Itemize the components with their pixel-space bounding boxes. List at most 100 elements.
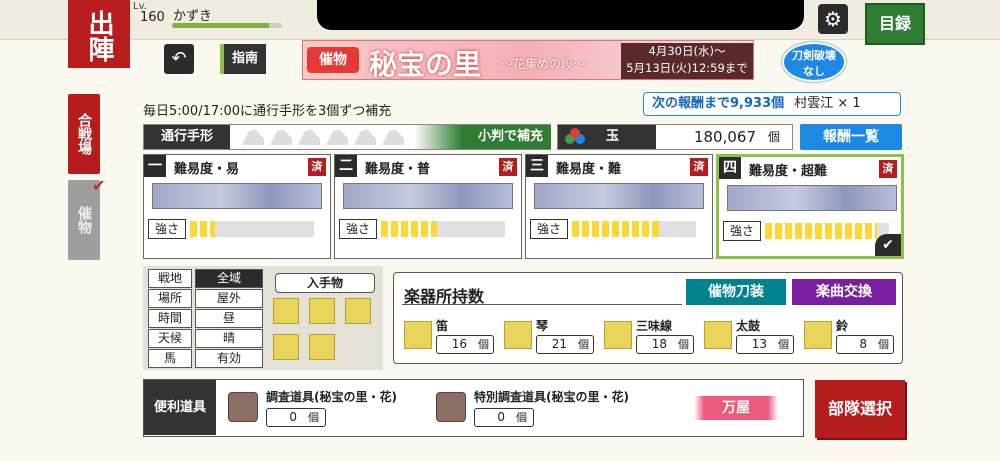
- bell-icon: [804, 321, 832, 349]
- pass-slot-icon: [298, 129, 320, 145]
- tab-battlefield[interactable]: 合戦場: [68, 94, 100, 174]
- gem-unit: 個: [768, 130, 781, 144]
- strength-meter: [765, 223, 889, 239]
- back-button[interactable]: ↶: [164, 44, 194, 74]
- instrument-unit: 個: [778, 338, 789, 351]
- strength-label: 強さ: [148, 219, 186, 239]
- difficulty-number: 三: [526, 155, 548, 177]
- instrument-item: 鈴 8個: [804, 317, 900, 359]
- cleared-badge: 済: [690, 158, 708, 176]
- drum-icon: [704, 321, 732, 349]
- strength-label: 強さ: [530, 219, 568, 239]
- tri-orb-icon: [565, 128, 585, 144]
- strength-label: 強さ: [339, 219, 377, 239]
- map-preview-image: [343, 183, 513, 209]
- tool-name: 特別調査道具(秘宝の里・花): [474, 390, 629, 404]
- event-title: 秘宝の里: [369, 48, 482, 81]
- squad-select-button[interactable]: 部隊選択: [815, 380, 905, 438]
- difficulty-title: 難易度・易: [174, 162, 240, 177]
- flute-icon: [273, 298, 299, 324]
- level-value: 160: [140, 10, 165, 25]
- exp-bar-fill: [172, 23, 269, 28]
- guide-button[interactable]: 指南: [220, 44, 266, 74]
- pass-panel: 通行手形 小判で補充: [143, 124, 551, 150]
- settings-button[interactable]: ⚙: [818, 4, 848, 34]
- event-end-date: 5月13日(火)12:59まで: [626, 61, 748, 75]
- drum-icon: [273, 334, 299, 360]
- instrument-count-box: 8個: [836, 335, 894, 354]
- terrain-value: 有効: [195, 349, 263, 368]
- difficulty-card-hard[interactable]: 三 難易度・難 済 強さ: [525, 154, 713, 259]
- instrument-count: 21: [551, 337, 567, 351]
- refill-notice: 毎日5:00/17:00に通行手形を3個ずつ補充: [143, 104, 392, 119]
- difficulty-card-normal[interactable]: 二 難易度・普 済 強さ: [334, 154, 522, 259]
- badge-line-2: なし: [803, 65, 825, 78]
- exp-bar: [172, 23, 282, 28]
- player-name: かずき: [173, 9, 213, 24]
- map-preview-image: [534, 183, 704, 209]
- sortie-banner: 出陣: [68, 0, 130, 68]
- selected-checkmark-icon: ✔: [875, 234, 901, 256]
- terrain-value: 屋外: [195, 289, 263, 308]
- cleared-badge: 済: [879, 160, 897, 178]
- pass-slot-icon: [382, 129, 404, 145]
- difficulty-number: 一: [144, 155, 166, 177]
- tool-unit: 個: [516, 411, 527, 424]
- terrain-key: 天候: [148, 329, 192, 348]
- strength-meter: [190, 221, 314, 237]
- catalog-button[interactable]: 目録: [865, 3, 925, 45]
- instrument-name: 琴: [536, 319, 549, 333]
- difficulty-title: 難易度・普: [365, 162, 431, 177]
- survey-kit-icon: [228, 392, 258, 422]
- instrument-count: 18: [651, 337, 667, 351]
- event-start-date: 4月30日(水)〜: [648, 44, 726, 58]
- instrument-count-box: 13 個: [736, 335, 794, 354]
- instrument-count-box: 16 個: [436, 335, 494, 354]
- koto-icon: [504, 321, 532, 349]
- cleared-badge: 済: [308, 158, 326, 176]
- instrument-unit: 個: [678, 338, 689, 351]
- pass-slot-icon: [242, 129, 264, 145]
- event-banner[interactable]: 催物 秘宝の里 〜花集めの段〜 4月30日(水)〜 5月13日(火)12:59ま…: [302, 40, 754, 81]
- tool-count: 0: [497, 410, 505, 424]
- instrument-unit: 個: [878, 338, 889, 351]
- instrument-panel: 楽器所持数 催物刀装 楽曲交換 笛 16 個 琴 21 個 三味線 18 個 太鼓 1…: [393, 272, 903, 364]
- redacted-area: [317, 0, 804, 30]
- gem-panel: 玉 180,067 個: [557, 124, 793, 150]
- song-exchange-button[interactable]: 楽曲交換: [792, 279, 896, 305]
- badge-line-1: 刀剣破壊: [792, 49, 836, 62]
- strength-meter-fill: [765, 223, 877, 239]
- terrain-value: 昼: [195, 309, 263, 328]
- pass-slot-icon: [326, 129, 348, 145]
- reward-list-button[interactable]: 報酬一覧: [800, 124, 902, 150]
- bell-icon: [309, 334, 335, 360]
- flute-icon: [404, 321, 432, 349]
- pass-label: 通行手形: [144, 125, 230, 149]
- strength-meter-fill: [572, 221, 659, 237]
- instrument-count: 16: [451, 337, 467, 351]
- special-survey-kit-icon: [436, 392, 466, 422]
- gear-icon: ⚙: [824, 7, 842, 31]
- refill-with-oban-button[interactable]: 小判で補充: [414, 125, 551, 149]
- tool-count-box: 0個: [474, 408, 534, 427]
- divider: [402, 304, 682, 305]
- shop-button[interactable]: 万屋: [694, 396, 778, 420]
- difficulty-card-very-hard[interactable]: 四 難易度・超難 済 強さ ✔: [716, 154, 904, 259]
- strength-label: 強さ: [723, 221, 761, 241]
- instrument-item: 笛 16 個: [404, 317, 500, 359]
- terrain-panel: 戦地 場所 時間 天候 馬 全域 屋外 昼 晴 有効 入手物: [143, 266, 383, 370]
- event-tosou-button[interactable]: 催物刀装: [686, 279, 786, 305]
- tool-count: 0: [289, 410, 297, 424]
- instrument-item: 三味線 18 個: [604, 317, 700, 359]
- koto-icon: [309, 298, 335, 324]
- event-subtitle: 〜花集めの段〜: [501, 57, 586, 71]
- instrument-count: 8: [859, 337, 867, 351]
- next-reward-box: 次の報酬まで9,933個 村雲江 × 1: [643, 92, 901, 116]
- difficulty-title: 難易度・超難: [749, 164, 828, 179]
- tool-item: 調査道具(秘宝の里・花) 0個: [228, 388, 458, 430]
- terrain-value: 晴: [195, 329, 263, 348]
- shamisen-icon: [345, 298, 371, 324]
- map-preview-image: [152, 183, 322, 209]
- difficulty-card-easy[interactable]: 一 難易度・易 済 強さ: [143, 154, 331, 259]
- difficulty-number: 二: [335, 155, 357, 177]
